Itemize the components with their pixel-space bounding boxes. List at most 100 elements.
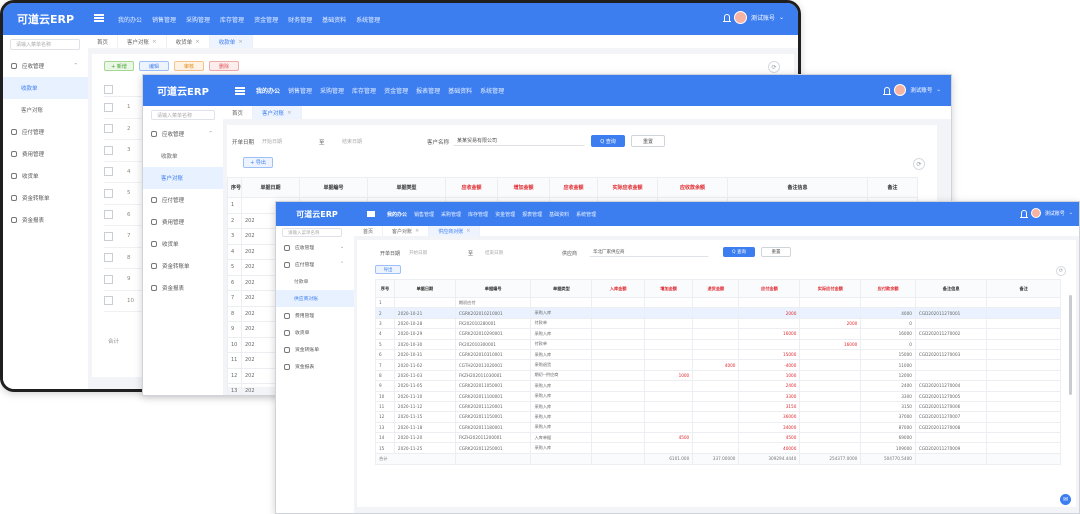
sidebar-item[interactable]: 应付管理 ⌃ xyxy=(276,256,354,273)
row-checkbox[interactable] xyxy=(104,102,113,112)
table-row[interactable]: 6 2020-10-31 CGRK202010310001 采购入库 15000 1500… xyxy=(375,348,1061,361)
column-header[interactable]: 备注信息 xyxy=(727,177,868,198)
nav-item[interactable]: 采购管理 xyxy=(441,211,461,218)
nav-item[interactable]: 基础资料 xyxy=(549,211,569,218)
sidebar-item[interactable]: 应收管理 ⌃ xyxy=(143,123,223,145)
column-header[interactable]: 增加金额 xyxy=(497,177,550,198)
nav-item[interactable]: 库存管理 xyxy=(352,86,376,95)
sidebar-item[interactable]: 资金报表 xyxy=(3,209,88,231)
table-row[interactable]: 11 2020-11-12 CGRK202011120001 采购入库 3150 3150… xyxy=(375,400,1061,413)
tab[interactable]: 首页 xyxy=(223,106,254,119)
close-icon[interactable]: × xyxy=(238,39,243,45)
bell-icon[interactable] xyxy=(1019,209,1028,218)
table-row[interactable]: 1 期初应付 xyxy=(375,296,1061,309)
delete-button[interactable]: 删除 xyxy=(209,61,239,71)
refresh-icon[interactable]: ⟳ xyxy=(1056,266,1066,276)
table-scrollbar[interactable] xyxy=(1069,295,1072,395)
column-header[interactable]: 应付款余额 xyxy=(860,279,916,298)
tab[interactable]: 客户对账 × xyxy=(118,35,167,48)
column-header[interactable]: 备注 xyxy=(867,177,918,198)
table-row[interactable]: 7 2020-11-02 CGTH202011020001 采购退货 4000 -4000… xyxy=(375,359,1061,371)
column-header[interactable]: 单据日期 xyxy=(393,279,456,298)
reset-button[interactable]: 重置 xyxy=(761,247,791,257)
bell-icon[interactable] xyxy=(883,86,892,95)
nav-item[interactable]: 我的办公 xyxy=(118,15,142,24)
nav-item[interactable]: 库存管理 xyxy=(468,211,488,218)
sidebar-item[interactable]: 资金转账单 xyxy=(3,187,88,209)
tab[interactable]: 收货单 × xyxy=(167,35,210,48)
menu-search-input[interactable]: 请输入菜单名称 xyxy=(282,228,342,237)
column-header[interactable]: 备注 xyxy=(986,279,1061,298)
table-row[interactable]: 12 2020-11-15 CGRK202011150001 采购入库 36000 370… xyxy=(375,411,1061,423)
tab[interactable]: 收款单 × xyxy=(209,35,253,48)
start-date-input[interactable]: 开始日期 xyxy=(258,136,314,146)
nav-item[interactable]: 报表管理 xyxy=(522,211,542,218)
tab[interactable]: 首页 xyxy=(354,226,384,236)
row-checkbox[interactable] xyxy=(104,167,113,177)
column-header[interactable]: 单据类型 xyxy=(530,279,593,298)
refresh-icon[interactable]: ⟳ xyxy=(768,61,780,73)
nav-item[interactable]: 我的办公 xyxy=(387,211,407,218)
row-checkbox[interactable] xyxy=(104,210,113,220)
vendor-select[interactable]: 华北厂家供应商 xyxy=(589,248,709,257)
close-icon[interactable]: × xyxy=(466,228,470,234)
tab[interactable]: 客户对账 × xyxy=(253,106,302,119)
row-checkbox[interactable] xyxy=(104,124,113,134)
close-icon[interactable]: × xyxy=(152,39,157,45)
table-row[interactable]: 3 2020-10-28 FK202010280001 付款单 2000 0 xyxy=(375,317,1061,330)
sidebar-item[interactable]: 供应商对账 xyxy=(276,290,354,307)
start-date-input[interactable]: 开始日期 xyxy=(405,248,463,257)
nav-item[interactable]: 系统管理 xyxy=(576,211,596,218)
nav-item[interactable]: 资金管理 xyxy=(495,211,515,218)
column-header[interactable]: 序号 xyxy=(375,279,395,298)
nav-item[interactable]: 我的办公 xyxy=(256,86,280,95)
column-header[interactable]: 应付金额 xyxy=(738,279,801,298)
reset-button[interactable]: 重置 xyxy=(631,135,665,147)
column-header[interactable]: 备注信息 xyxy=(914,279,988,298)
sidebar-item[interactable]: 费用管理 xyxy=(276,307,354,324)
row-checkbox[interactable] xyxy=(104,274,113,284)
sidebar-item[interactable]: 收款单 xyxy=(3,77,88,99)
table-row[interactable]: 5 2020-10-30 FK202010300001 付款单 16000 0 xyxy=(375,338,1061,350)
sidebar-item[interactable]: 资金转账单 xyxy=(276,341,354,358)
column-header[interactable]: 应收款余额 xyxy=(657,177,728,198)
nav-item[interactable]: 采购管理 xyxy=(186,15,210,24)
column-header[interactable]: 应收金额 xyxy=(549,177,598,198)
row-checkbox[interactable] xyxy=(104,253,113,263)
audit-button[interactable]: 审核 xyxy=(174,61,204,71)
sidebar-item[interactable]: 收货单 xyxy=(143,233,223,255)
menu-search-input[interactable]: 请输入菜单名称 xyxy=(10,39,80,50)
column-header[interactable]: 单据编号 xyxy=(299,177,368,198)
menu-search-input[interactable]: 请输入菜单名称 xyxy=(151,110,215,120)
sidebar-item[interactable]: 应付管理 xyxy=(3,121,88,143)
column-header[interactable]: 单据编号 xyxy=(454,279,532,298)
nav-item[interactable]: 报表管理 xyxy=(416,86,440,95)
nav-item[interactable]: 销售管理 xyxy=(288,86,312,95)
nav-item[interactable]: 财务管理 xyxy=(288,15,312,24)
nav-item[interactable]: 销售管理 xyxy=(414,211,434,218)
bell-icon[interactable] xyxy=(722,14,731,22)
sidebar-item[interactable]: 收货单 xyxy=(3,165,88,187)
hamburger-menu-icon[interactable] xyxy=(367,211,375,217)
user-menu[interactable]: 测试账号 ⌄ xyxy=(883,84,941,96)
table-row[interactable]: 14 2020-11-20 FKZH202011200001 入库单据 4500 4500… xyxy=(375,432,1061,444)
nav-item[interactable]: 基础资料 xyxy=(448,86,472,95)
nav-item[interactable]: 销售管理 xyxy=(152,15,176,24)
hamburger-menu-icon[interactable] xyxy=(235,87,245,95)
sidebar-item[interactable]: 收货单 xyxy=(276,324,354,341)
nav-item[interactable]: 库存管理 xyxy=(220,15,244,24)
select-all-checkbox[interactable] xyxy=(104,84,113,94)
row-checkbox[interactable] xyxy=(104,188,113,198)
column-header[interactable]: 实际应付金额 xyxy=(799,279,862,298)
row-checkbox[interactable] xyxy=(104,296,113,306)
column-header[interactable]: 实际应收金额 xyxy=(597,177,658,198)
sidebar-item[interactable]: 资金报表 xyxy=(276,358,354,375)
close-icon[interactable]: × xyxy=(415,228,419,234)
export-button[interactable]: + 导出 xyxy=(243,157,273,168)
sidebar-item[interactable]: 应收管理 ⌃ xyxy=(3,55,88,77)
sidebar-item[interactable]: 资金转账单 xyxy=(143,255,223,277)
sidebar-item[interactable]: 资金报表 xyxy=(143,277,223,299)
hamburger-menu-icon[interactable] xyxy=(94,14,104,22)
column-header[interactable]: 退货金额 xyxy=(692,279,740,298)
sidebar-item[interactable]: 应付管理 xyxy=(143,189,223,211)
